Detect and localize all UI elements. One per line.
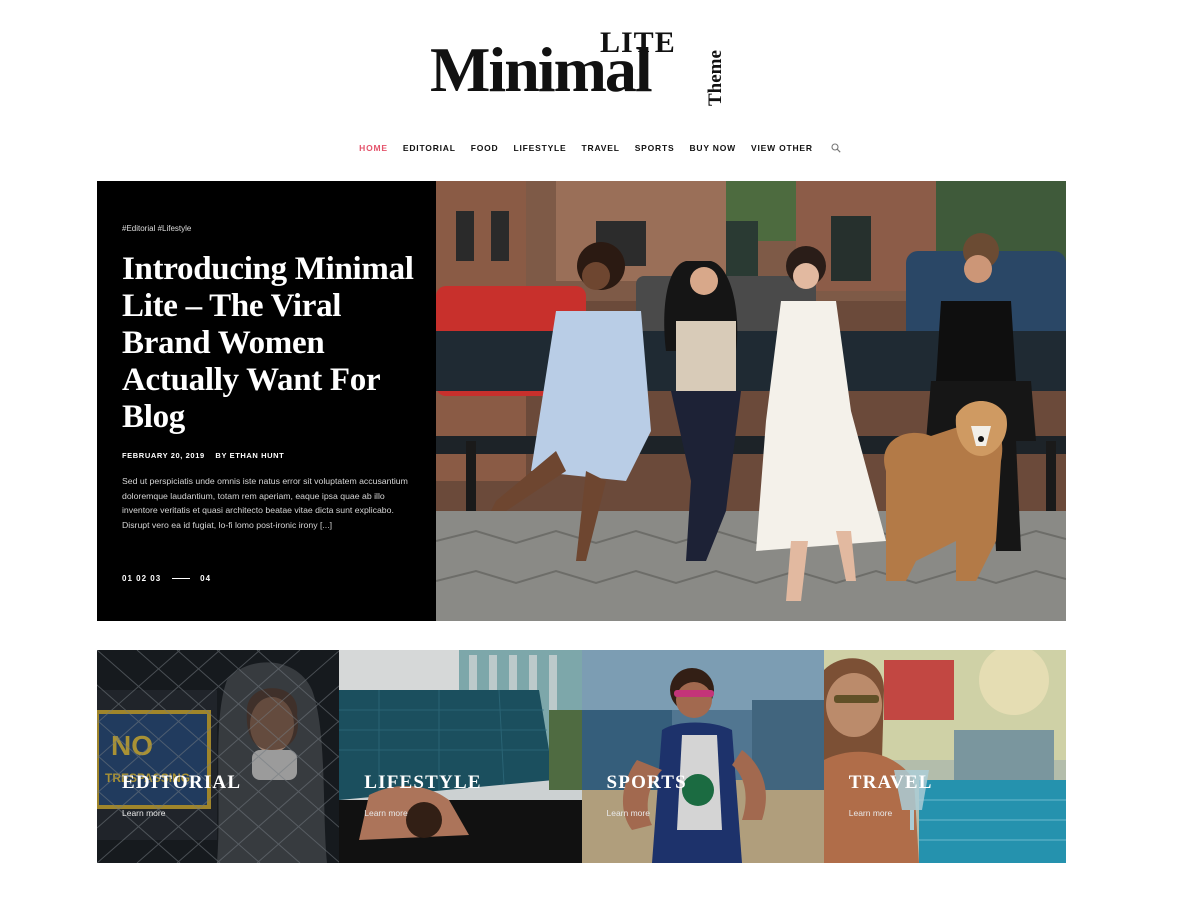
category-tile-sports[interactable]: SPORTS Learn more [581,650,824,863]
nav-item-sports[interactable]: SPORTS [635,143,675,153]
editorial-image: NO TRESPASSING [97,650,340,863]
site-logo[interactable]: LITE Minimal Theme [430,28,770,110]
main-nav: HOME EDITORIAL FOOD LIFESTYLE TRAVEL SPO… [0,143,1200,153]
nav-item-food[interactable]: FOOD [471,143,499,153]
category-learn-more-link[interactable]: Learn more [607,808,650,818]
category-grid: NO TRESPASSING EDITORIAL Learn more LIFE… [97,650,1066,863]
travel-image [823,650,1066,863]
slider-page-last[interactable]: 04 [200,574,211,583]
slider-page-numbers[interactable]: 01 02 03 [122,574,161,583]
category-title: LIFESTYLE [364,772,482,793]
logo-theme-text: Theme [705,50,726,106]
category-tile-travel[interactable]: TRAVEL Learn more [823,650,1066,863]
category-learn-more-link[interactable]: Learn more [364,808,407,818]
nav-item-editorial[interactable]: EDITORIAL [403,143,456,153]
category-title: TRAVEL [848,772,933,793]
lifestyle-image [339,650,582,863]
category-tile-lifestyle[interactable]: LIFESTYLE Learn more [339,650,582,863]
nav-item-travel[interactable]: TRAVEL [582,143,620,153]
sports-image [581,650,824,863]
post-author[interactable]: BY ETHAN HUNT [215,451,284,460]
search-icon[interactable] [831,143,841,153]
featured-post: #Editorial #Lifestyle Introducing Minima… [97,181,1066,621]
featured-post-image[interactable] [436,181,1066,621]
category-title: SPORTS [606,772,687,793]
category-learn-more-link[interactable]: Learn more [849,808,892,818]
category-title: EDITORIAL [122,772,242,793]
category-learn-more-link[interactable]: Learn more [122,808,165,818]
nav-item-view-other[interactable]: VIEW OTHER [751,143,813,153]
nav-item-home[interactable]: HOME [359,143,388,153]
slider-progress-line [172,578,191,579]
nav-item-lifestyle[interactable]: LIFESTYLE [514,143,567,153]
logo-main-text: Minimal [430,34,653,105]
post-meta: FEBRUARY 20, 2019 BY ETHAN HUNT [122,451,284,460]
category-tile-editorial[interactable]: NO TRESPASSING EDITORIAL Learn more [97,650,340,863]
nav-item-buy-now[interactable]: BUY NOW [689,143,736,153]
slider-pagination: 01 02 03 04 [122,574,211,583]
featured-post-panel: #Editorial #Lifestyle Introducing Minima… [97,181,436,621]
post-excerpt: Sed ut perspiciatis unde omnis iste natu… [122,476,408,530]
post-date: FEBRUARY 20, 2019 [122,451,205,460]
post-tags[interactable]: #Editorial #Lifestyle [122,224,191,233]
post-title[interactable]: Introducing Minimal Lite – The Viral Bra… [122,251,422,436]
